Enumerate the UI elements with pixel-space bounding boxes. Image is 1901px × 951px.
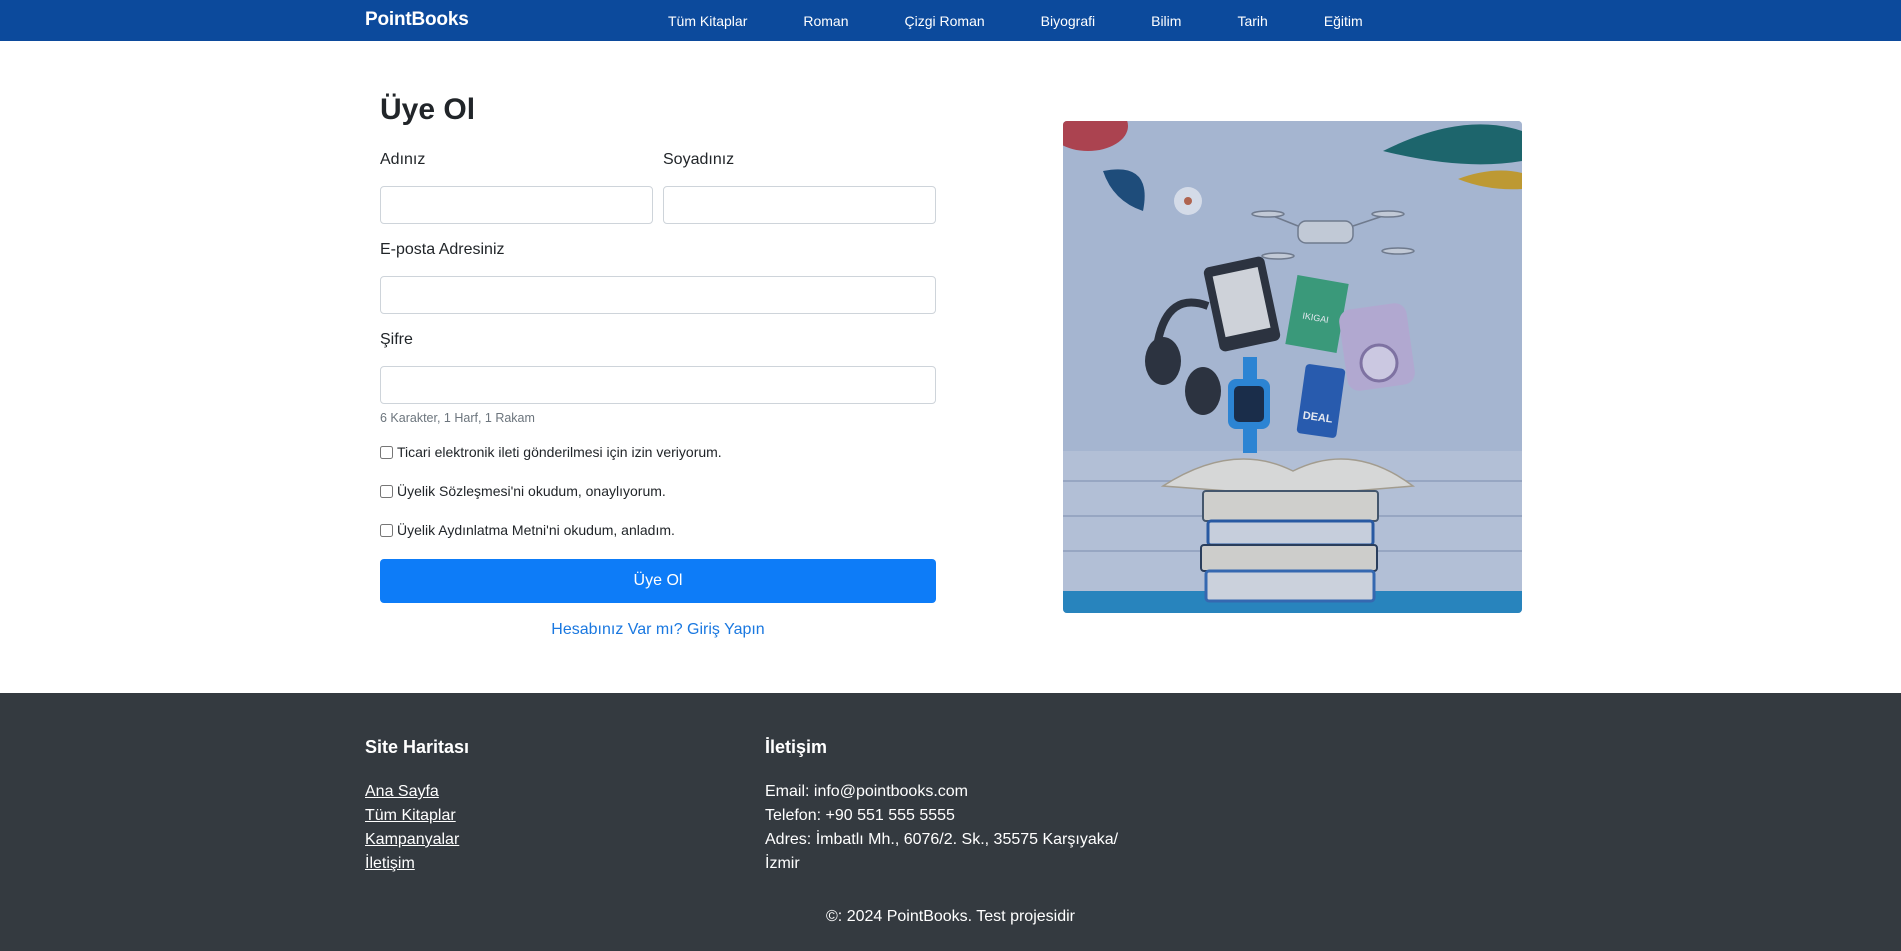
- top-navbar: PointBooks Tüm Kitaplar Roman Çizgi Roma…: [0, 0, 1901, 41]
- password-input[interactable]: [380, 366, 936, 404]
- nav-link-comics[interactable]: Çizgi Roman: [905, 13, 985, 29]
- contact-phone: Telefon: +90 551 555 5555: [765, 807, 955, 824]
- page-title: Üye Ol: [380, 93, 476, 126]
- copyright-text: ©: 2024 PointBooks. Test projesidir: [826, 908, 1075, 925]
- email-input[interactable]: [380, 276, 936, 314]
- contact-heading: İletişim: [765, 737, 828, 757]
- main-content: Üye Ol Adınız Soyadınız E-posta Adresini…: [0, 41, 1901, 693]
- password-hint: 6 Karakter, 1 Harf, 1 Rakam: [380, 411, 535, 425]
- register-button[interactable]: Üye Ol: [380, 559, 936, 603]
- first-name-label: Adınız: [380, 151, 426, 168]
- nav-link-biography[interactable]: Biyografi: [1041, 13, 1095, 29]
- membership-agreement-label: Üyelik Sözleşmesi'ni okudum, onaylıyorum…: [397, 483, 666, 499]
- sitemap-links: Ana Sayfa Tüm Kitaplar Kampanyalar İleti…: [365, 780, 459, 876]
- contact-email: Email: info@pointbooks.com: [765, 783, 968, 800]
- password-label: Şifre: [380, 331, 413, 348]
- nav-menu: Tüm Kitaplar Roman Çizgi Roman Biyografi…: [668, 0, 1419, 41]
- nav-link-novel[interactable]: Roman: [803, 13, 848, 29]
- privacy-notice-label: Üyelik Aydınlatma Metni'ni okudum, anlad…: [397, 522, 675, 538]
- hero-image: IKIGAI DEAL: [1063, 121, 1522, 613]
- login-link[interactable]: Hesabınız Var mı? Giriş Yapın: [380, 621, 936, 639]
- privacy-notice-checkbox[interactable]: [380, 523, 393, 537]
- contact-address: Adres: İmbatlı Mh., 6076/2. Sk., 35575 K…: [765, 831, 1119, 872]
- sitemap-heading: Site Haritası: [365, 737, 470, 757]
- first-name-input[interactable]: [380, 186, 653, 224]
- footer-link-all-books[interactable]: Tüm Kitaplar: [365, 804, 459, 828]
- nav-link-science[interactable]: Bilim: [1151, 13, 1181, 29]
- email-label: E-posta Adresiniz: [380, 241, 505, 258]
- hero-illustration: IKIGAI DEAL: [1063, 121, 1522, 613]
- last-name-label: Soyadınız: [663, 151, 735, 168]
- site-footer: Site Haritası Ana Sayfa Tüm Kitaplar Kam…: [0, 693, 1901, 951]
- marketing-consent-checkbox[interactable]: [380, 445, 393, 459]
- footer-link-campaigns[interactable]: Kampanyalar: [365, 828, 459, 852]
- footer-link-home[interactable]: Ana Sayfa: [365, 780, 459, 804]
- footer-link-contact[interactable]: İletişim: [365, 852, 459, 876]
- nav-link-education[interactable]: Eğitim: [1324, 13, 1363, 29]
- membership-agreement-row[interactable]: Üyelik Sözleşmesi'ni okudum, onaylıyorum…: [380, 483, 666, 499]
- marketing-consent-label: Ticari elektronik ileti gönderilmesi içi…: [397, 444, 722, 460]
- nav-link-history[interactable]: Tarih: [1237, 13, 1267, 29]
- last-name-input[interactable]: [663, 186, 936, 224]
- privacy-notice-row[interactable]: Üyelik Aydınlatma Metni'ni okudum, anlad…: [380, 522, 675, 538]
- marketing-consent-row[interactable]: Ticari elektronik ileti gönderilmesi içi…: [380, 444, 722, 460]
- nav-link-all-books[interactable]: Tüm Kitaplar: [668, 13, 747, 29]
- contact-info: Email: info@pointbooks.com Telefon: +90 …: [765, 780, 1145, 876]
- membership-agreement-checkbox[interactable]: [380, 484, 393, 498]
- brand-logo-link[interactable]: PointBooks: [365, 9, 469, 31]
